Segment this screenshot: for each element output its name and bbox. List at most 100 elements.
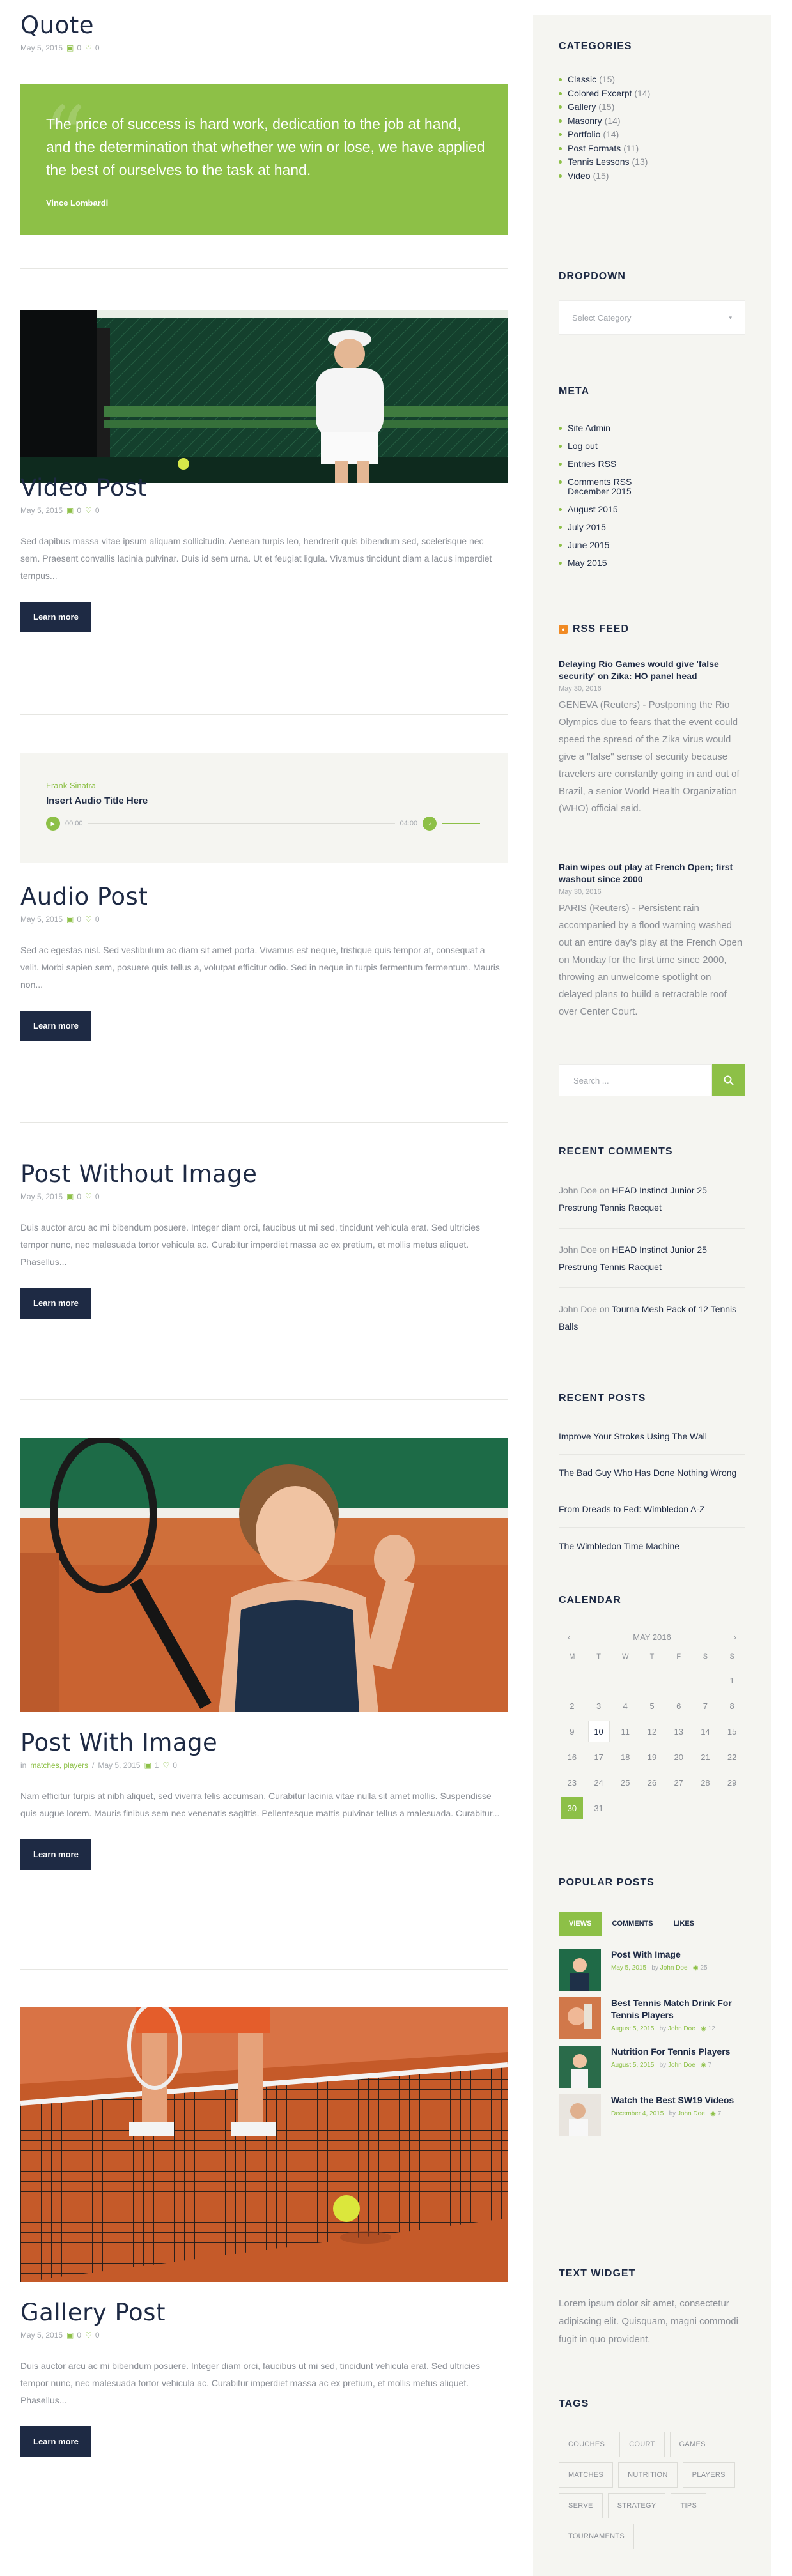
post-date[interactable]: May 5, 2015 xyxy=(20,43,63,52)
post-date[interactable]: May 5, 2015 xyxy=(20,1192,63,1201)
post-date[interactable]: May 5, 2015 xyxy=(98,1761,140,1770)
calendar-week: 1 xyxy=(559,1667,745,1693)
comments-count[interactable]: ▣ 0 xyxy=(66,2331,81,2340)
learn-more-button[interactable]: Learn more xyxy=(20,1288,91,1319)
post-title[interactable]: Post With Image xyxy=(20,1729,217,1756)
audio-time-total: 04:00 xyxy=(400,820,418,827)
rss-title[interactable]: RSS FEED xyxy=(573,624,629,635)
rss-item-date: May 30, 2016 xyxy=(559,888,602,896)
popular-post-thumb[interactable] xyxy=(559,1949,601,1991)
rss-icon[interactable]: ● xyxy=(559,625,568,634)
tag-link[interactable]: TIPS xyxy=(671,2493,707,2518)
calendar-today: 10 xyxy=(587,1721,610,1742)
category-item[interactable]: Classic (15) xyxy=(559,73,745,87)
tag-link[interactable]: COURT xyxy=(619,2432,665,2457)
calendar-next-button[interactable]: › xyxy=(734,1632,736,1642)
heart-icon: ♡ xyxy=(85,1192,92,1201)
tag-link[interactable]: NUTRITION xyxy=(618,2462,678,2488)
post-date[interactable]: May 5, 2015 xyxy=(20,2331,63,2340)
tag-link[interactable]: GAMES xyxy=(669,2432,715,2457)
popular-post-thumb[interactable] xyxy=(559,2046,601,2088)
category-item[interactable]: Gallery (15) xyxy=(559,100,745,114)
likes-count[interactable]: ♡ 0 xyxy=(85,506,99,515)
play-button[interactable]: ▶ xyxy=(46,816,60,831)
tag-link[interactable]: SERVE xyxy=(559,2493,603,2518)
popular-post-thumb[interactable] xyxy=(559,2094,601,2136)
meta-item[interactable]: December 2015 xyxy=(559,487,745,496)
post-title[interactable]: Quote xyxy=(20,12,94,39)
recent-post-link[interactable]: The Wimbledon Time Machine xyxy=(559,1528,745,1564)
post-title[interactable]: Video Post xyxy=(20,474,147,502)
learn-more-button[interactable]: Learn more xyxy=(20,1011,91,1041)
learn-more-button[interactable]: Learn more xyxy=(20,602,91,632)
recent-post-link[interactable]: Improve Your Strokes Using The Wall xyxy=(559,1418,745,1455)
video-thumbnail[interactable] xyxy=(20,310,508,483)
meta-item[interactable]: Log out xyxy=(559,437,745,455)
meta-item[interactable]: Comments RSS xyxy=(559,477,745,487)
category-item[interactable]: Portfolio (14) xyxy=(559,128,745,142)
meta-item[interactable]: August 2015 xyxy=(559,500,745,518)
category-item[interactable]: Masonry (14) xyxy=(559,114,745,128)
category-item[interactable]: Post Formats (11) xyxy=(559,142,745,156)
meta-separator: / xyxy=(92,1761,95,1770)
tab-views[interactable]: VIEWS xyxy=(559,1912,602,1936)
rss-item-title[interactable]: Rain wipes out play at French Open; firs… xyxy=(559,862,733,884)
meta-item[interactable]: Entries RSS xyxy=(559,455,745,473)
popular-post-thumb[interactable] xyxy=(559,1997,601,2039)
tab-likes[interactable]: LIKES xyxy=(664,1912,704,1936)
popular-post-title[interactable]: Best Tennis Match Drink For Tennis Playe… xyxy=(611,1998,732,2020)
likes-count[interactable]: ♡ 0 xyxy=(85,43,99,52)
popular-post: Post With Image May 5, 2015 by John Doe … xyxy=(559,1949,745,1997)
volume-button[interactable]: ♪ xyxy=(423,816,437,831)
calendar-prev-button[interactable]: ‹ xyxy=(568,1632,570,1642)
meta-item[interactable]: May 2015 xyxy=(559,554,745,572)
learn-more-button[interactable]: Learn more xyxy=(20,2426,91,2457)
tag-link[interactable]: COUCHES xyxy=(559,2432,615,2457)
post-title[interactable]: Audio Post xyxy=(20,883,148,910)
search-input[interactable]: Search ... xyxy=(559,1064,712,1096)
calendar-header: ‹ MAY 2016 › xyxy=(559,1628,745,1646)
meta-item[interactable]: June 2015 xyxy=(559,536,745,554)
search-button[interactable] xyxy=(712,1064,745,1096)
post-date[interactable]: May 5, 2015 xyxy=(20,506,63,515)
popular-post-title[interactable]: Post With Image xyxy=(611,1949,681,1959)
volume-bar[interactable] xyxy=(442,823,481,824)
comments-count[interactable]: ▣ 0 xyxy=(66,1192,81,1201)
post-featured-image[interactable] xyxy=(20,1438,508,1712)
learn-more-button[interactable]: Learn more xyxy=(20,1839,91,1870)
audio-progress-bar[interactable] xyxy=(88,823,395,824)
eye-icon: ◉ xyxy=(710,2110,716,2117)
comments-count[interactable]: ▣ 0 xyxy=(66,43,81,52)
likes-count[interactable]: ♡ 0 xyxy=(85,1192,99,1201)
category-item[interactable]: Video (15) xyxy=(559,169,745,183)
likes-count[interactable]: ♡ 0 xyxy=(85,915,99,924)
likes-count[interactable]: ♡ 0 xyxy=(85,2331,99,2340)
tag-link[interactable]: STRATEGY xyxy=(607,2493,666,2518)
rss-item: Delaying Rio Games would give 'false sec… xyxy=(559,658,745,817)
tab-comments[interactable]: COMMENTS xyxy=(602,1912,663,1936)
post-title[interactable]: Post Without Image xyxy=(20,1160,257,1188)
tag-link[interactable]: MATCHES xyxy=(559,2462,614,2488)
comments-count[interactable]: ▣ 1 xyxy=(144,1761,159,1770)
popular-post-title[interactable]: Watch the Best SW19 Videos xyxy=(611,2095,734,2105)
likes-count[interactable]: ♡ 0 xyxy=(162,1761,176,1770)
tag-link[interactable]: PLAYERS xyxy=(682,2462,735,2488)
comments-count[interactable]: ▣ 0 xyxy=(66,915,81,924)
category-item[interactable]: Colored Excerpt (14) xyxy=(559,87,745,101)
category-item[interactable]: Tennis Lessons (13) xyxy=(559,155,745,169)
popular-post-title[interactable]: Nutrition For Tennis Players xyxy=(611,2046,730,2057)
category-select[interactable]: Select Category ▾ xyxy=(559,300,745,335)
calendar-day-link[interactable]: 30 xyxy=(561,1797,583,1819)
post-categories[interactable]: matches, players xyxy=(30,1761,88,1770)
comments-count[interactable]: ▣ 0 xyxy=(66,506,81,515)
meta-item[interactable]: Site Admin xyxy=(559,419,745,437)
recent-post-link[interactable]: From Dreads to Fed: Wimbledon A-Z xyxy=(559,1491,745,1528)
calendar-week: 30 31 xyxy=(559,1795,745,1821)
rss-item-title[interactable]: Delaying Rio Games would give 'false sec… xyxy=(559,659,719,681)
post-date[interactable]: May 5, 2015 xyxy=(20,915,63,924)
post-title[interactable]: Gallery Post xyxy=(20,2299,166,2326)
recent-post-link[interactable]: The Bad Guy Who Has Done Nothing Wrong xyxy=(559,1455,745,1491)
gallery-image[interactable] xyxy=(20,2007,508,2282)
meta-item[interactable]: July 2015 xyxy=(559,518,745,536)
tag-link[interactable]: TOURNAMENTS xyxy=(559,2524,635,2549)
